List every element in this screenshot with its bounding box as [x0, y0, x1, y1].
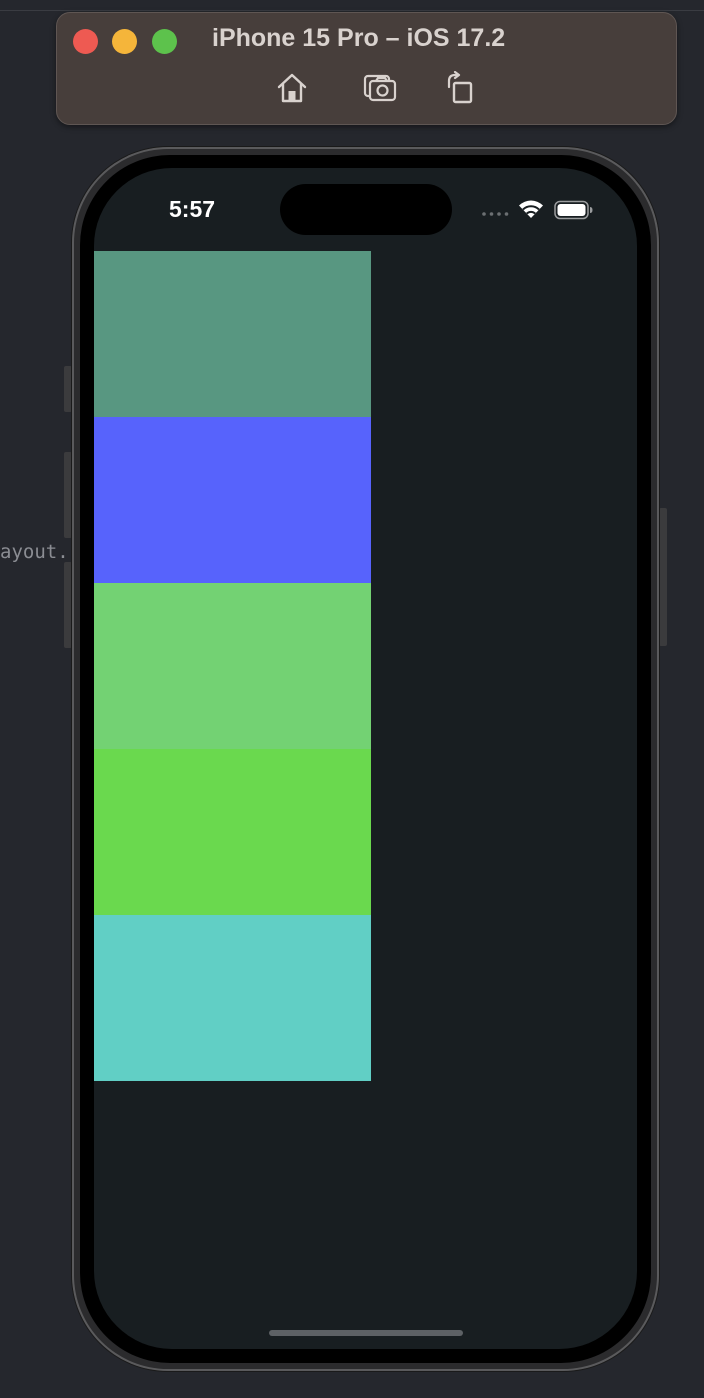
- volume-down-button: [64, 562, 72, 648]
- color-block-3: [94, 583, 371, 749]
- power-button: [659, 508, 667, 646]
- status-time: 5:57: [169, 196, 216, 222]
- color-block-1: [94, 251, 371, 417]
- home-indicator[interactable]: [269, 1330, 463, 1336]
- rotate-button[interactable]: [443, 71, 477, 105]
- status-icons: [482, 198, 594, 222]
- background-code-text: ayout.: [0, 541, 66, 563]
- color-block-5: [94, 915, 371, 1081]
- color-block-2: [94, 417, 371, 583]
- dynamic-island: [280, 184, 452, 235]
- cellular-dots-icon: [482, 212, 514, 216]
- volume-up-button: [64, 452, 72, 538]
- window-edge: [0, 10, 704, 11]
- action-button: [64, 366, 72, 412]
- color-block-stack: [94, 251, 371, 1081]
- minimize-window-button[interactable]: [112, 29, 137, 54]
- home-button[interactable]: [275, 71, 309, 105]
- simulator-title: iPhone 15 Pro – iOS 17.2: [212, 24, 506, 52]
- screenshot-button[interactable]: [363, 71, 397, 105]
- home-icon: [277, 73, 307, 103]
- rotate-icon: [447, 71, 473, 104]
- zoom-window-button[interactable]: [152, 29, 177, 54]
- phone-screen[interactable]: 5:57: [94, 168, 637, 1349]
- color-block-4: [94, 749, 371, 915]
- wifi-icon: [518, 199, 544, 219]
- battery-icon: [554, 200, 594, 220]
- simulator-titlebar[interactable]: iPhone 15 Pro – iOS 17.2: [56, 12, 677, 125]
- camera-icon: [363, 74, 397, 102]
- close-window-button[interactable]: [73, 29, 98, 54]
